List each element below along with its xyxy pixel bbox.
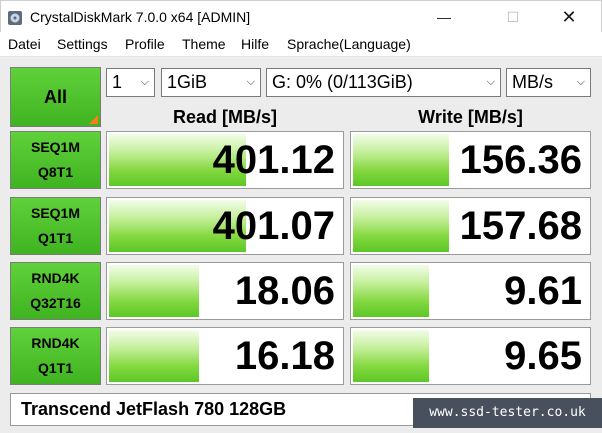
read-result-seq1m-q1t1: 401.07: [106, 197, 344, 255]
minimize-button[interactable]: —: [421, 1, 467, 33]
drive-select[interactable]: G: 0% (0/113GiB) ⌵: [266, 68, 501, 97]
close-button[interactable]: ✕: [546, 1, 592, 33]
window-title: CrystalDiskMark 7.0.0 x64 [ADMIN]: [30, 9, 251, 25]
write-result-seq1m-q8t1: 156.36: [350, 131, 591, 189]
menu-theme[interactable]: Theme: [182, 36, 226, 52]
read-bar: [109, 330, 199, 382]
write-result-rnd4k-q1t1: 9.65: [350, 327, 591, 385]
menu-language[interactable]: Sprache(Language): [287, 36, 411, 52]
write-value: 9.61: [504, 269, 582, 313]
test-params: Q1T1: [37, 230, 73, 246]
read-result-rnd4k-q1t1: 16.18: [106, 327, 344, 385]
menu-bar: Datei Settings Profile Theme Hilfe Sprac…: [0, 32, 602, 57]
test-name: SEQ1M: [30, 139, 80, 155]
write-bar: [353, 330, 430, 382]
menu-profile[interactable]: Profile: [125, 36, 165, 52]
disk-app-icon: [8, 11, 22, 25]
corner-marker: [89, 115, 98, 124]
test-seq1m-q1t1-button[interactable]: SEQ1M Q1T1: [10, 197, 101, 255]
test-rnd4k-q32t16-button[interactable]: RND4K Q32T16: [10, 262, 101, 320]
menu-settings[interactable]: Settings: [57, 36, 108, 52]
write-value: 9.65: [504, 334, 582, 378]
test-size-value: 1GiB: [167, 72, 208, 92]
write-bar: [353, 265, 430, 317]
test-name: SEQ1M: [30, 205, 80, 221]
write-result-seq1m-q1t1: 157.68: [350, 197, 591, 255]
read-result-rnd4k-q32t16: 18.06: [106, 262, 344, 320]
menu-hilfe[interactable]: Hilfe: [241, 36, 269, 52]
title-bar: CrystalDiskMark 7.0.0 x64 [ADMIN] — ☐ ✕: [0, 0, 602, 32]
test-name: RND4K: [31, 335, 80, 351]
chevron-down-icon: ⌵: [486, 76, 495, 88]
maximize-button[interactable]: ☐: [490, 1, 536, 33]
write-value: 157.68: [459, 204, 582, 248]
chevron-down-icon: ⌵: [576, 76, 585, 88]
write-value: 156.36: [459, 138, 582, 182]
test-size-select[interactable]: 1GiB ⌵: [161, 68, 261, 97]
watermark: www.ssd-tester.co.uk: [413, 398, 602, 428]
test-name: RND4K: [31, 270, 80, 286]
read-value: 16.18: [234, 334, 335, 378]
test-seq1m-q8t1-button[interactable]: SEQ1M Q8T1: [10, 131, 101, 189]
drive-value: G: 0% (0/113GiB): [272, 72, 413, 92]
test-rnd4k-q1t1-button[interactable]: RND4K Q1T1: [10, 327, 101, 385]
write-bar: [353, 200, 449, 252]
read-value: 401.07: [212, 204, 335, 248]
read-value: 18.06: [234, 269, 335, 313]
chevron-down-icon: ⌵: [246, 76, 255, 88]
read-column-header: Read [MB/s]: [172, 107, 277, 127]
test-params: Q1T1: [37, 360, 73, 376]
test-params: Q8T1: [37, 164, 73, 180]
run-all-label: All: [43, 86, 67, 107]
test-count-value: 1: [112, 72, 123, 92]
run-all-button[interactable]: All: [10, 67, 101, 127]
write-bar: [353, 134, 449, 186]
chevron-down-icon: ⌵: [140, 76, 149, 88]
test-count-select[interactable]: 1 ⌵: [106, 68, 155, 97]
menu-datei[interactable]: Datei: [8, 36, 41, 52]
read-result-seq1m-q8t1: 401.12: [106, 131, 344, 189]
write-result-rnd4k-q32t16: 9.61: [350, 262, 591, 320]
write-column-header: Write [MB/s]: [418, 107, 523, 127]
read-bar: [109, 265, 199, 317]
read-value: 401.12: [212, 138, 335, 182]
unit-select[interactable]: MB/s ⌵: [506, 68, 591, 97]
unit-value: MB/s: [512, 72, 554, 92]
test-params: Q32T16: [30, 295, 81, 311]
